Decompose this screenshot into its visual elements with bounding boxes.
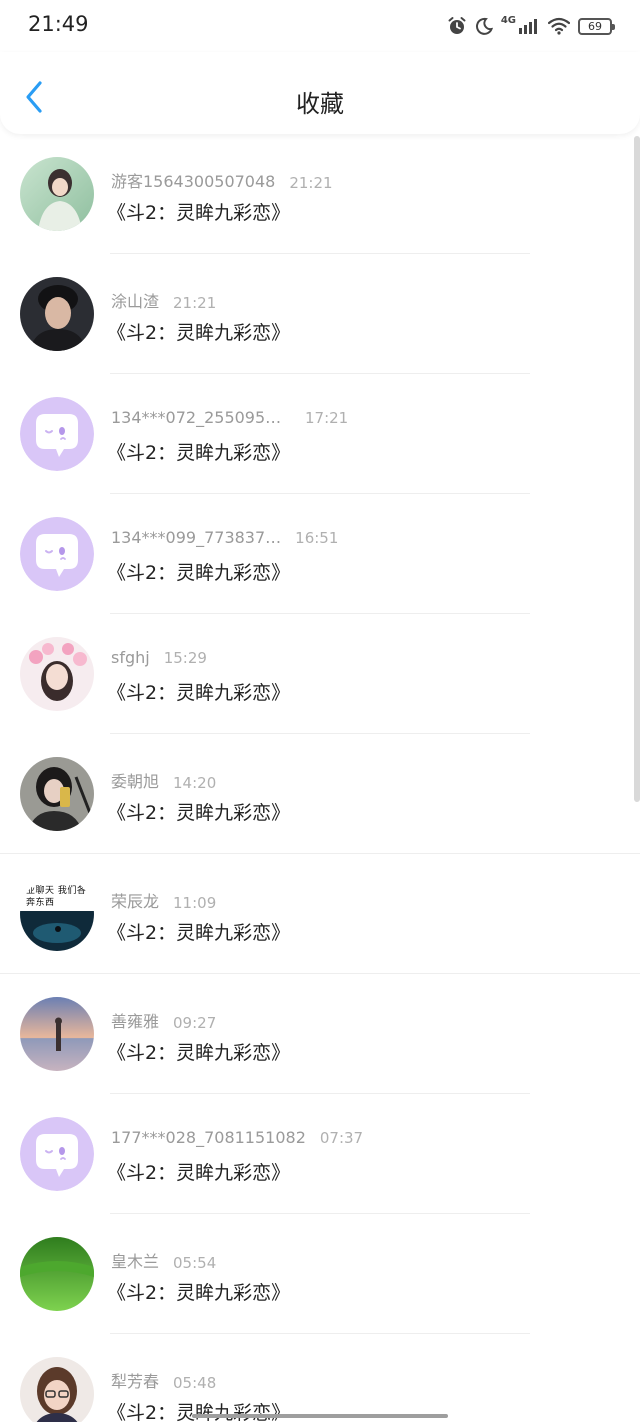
list-item[interactable]: 134***072_2550953… 17:21 《斗2：灵眸九彩恋》 (0, 374, 640, 494)
item-meta: sfghj 15:29 (111, 648, 207, 667)
item-time: 07:37 (319, 1129, 364, 1147)
item-meta: 134***072_2550953… 17:21 (111, 408, 348, 427)
home-indicator[interactable] (192, 1414, 448, 1418)
item-title: 《斗2：灵眸九彩恋》 (107, 1042, 291, 1064)
signal-icon (519, 19, 537, 34)
item-time: 21:21 (173, 294, 217, 312)
item-meta: 涂山渣 21:21 (111, 288, 216, 312)
item-title: 《斗2：灵眸九彩恋》 (107, 802, 291, 824)
scrollbar[interactable] (634, 136, 640, 802)
nav-bar: 收藏 (0, 52, 640, 134)
item-title: 《斗2：灵眸九彩恋》 (107, 1402, 291, 1422)
item-time: 17:21 (305, 409, 349, 427)
avatar[interactable] (20, 397, 94, 471)
list-item[interactable]: 涂山渣 21:21 《斗2：灵眸九彩恋》 (0, 254, 640, 374)
user-name: 134***072_2550953… (111, 408, 291, 427)
item-time: 11:09 (173, 894, 217, 912)
item-meta: 游客1564300507048 21:21 (111, 168, 333, 192)
list-item[interactable]: 177***028_7081151082 07:37 《斗2：灵眸九彩恋》 (0, 1094, 640, 1214)
list-item[interactable]: 134***099_773837… 16:51 《斗2：灵眸九彩恋》 (0, 494, 640, 614)
avatar[interactable] (20, 637, 94, 711)
list-item[interactable]: 游客1564300507048 21:21 《斗2：灵眸九彩恋》 (0, 134, 640, 254)
page-title: 收藏 (296, 90, 344, 118)
favorites-list[interactable]: 游客1564300507048 21:21 《斗2：灵眸九彩恋》 涂山渣 21:21 《… (0, 134, 640, 1422)
avatar[interactable] (20, 1117, 94, 1191)
item-meta: 皇木兰 05:54 (111, 1248, 216, 1272)
item-title: 《斗2：灵眸九彩恋》 (107, 562, 291, 584)
avatar[interactable] (20, 1357, 94, 1422)
item-meta: 荣辰龙 11:09 (111, 888, 216, 912)
item-time: 05:48 (173, 1374, 217, 1392)
avatar[interactable] (20, 1237, 94, 1311)
wifi-icon (548, 17, 570, 35)
item-meta: 委朝旭 14:20 (111, 768, 216, 792)
item-time: 09:27 (173, 1014, 217, 1032)
avatar[interactable] (20, 757, 94, 831)
list-item[interactable]: 犁芳春 05:48 《斗2：灵眸九彩恋》 (0, 1334, 640, 1422)
item-time: 21:21 (289, 174, 333, 192)
item-meta: 177***028_7081151082 07:37 (111, 1128, 363, 1147)
avatar-caption: 业聊天 我们各奔东西 (26, 886, 87, 908)
list-item[interactable]: sfghj 15:29 《斗2：灵眸九彩恋》 (0, 614, 640, 734)
avatar[interactable] (20, 517, 94, 591)
user-name: 皇木兰 (111, 1252, 160, 1271)
item-meta: 犁芳春 05:48 (111, 1368, 216, 1392)
alarm-icon (448, 17, 466, 34)
moon-icon (475, 17, 493, 35)
status-icons: 4G 69 (447, 14, 615, 38)
avatar[interactable] (20, 157, 94, 231)
list-item[interactable]: 业聊天 我们各奔东西 荣辰龙 11:09 《斗2：灵眸九彩恋》 (0, 854, 640, 974)
user-name: 善雍雅 (111, 1012, 160, 1031)
avatar[interactable] (20, 997, 94, 1071)
status-bar: 21:49 4G 69 (0, 0, 640, 52)
battery-icon: 69 (578, 17, 615, 35)
item-title: 《斗2：灵眸九彩恋》 (107, 322, 291, 344)
item-title: 《斗2：灵眸九彩恋》 (107, 1282, 291, 1304)
item-time: 16:51 (295, 529, 339, 547)
item-meta: 134***099_773837… 16:51 (111, 528, 338, 547)
status-time: 21:49 (28, 12, 89, 36)
list-item[interactable]: 皇木兰 05:54 《斗2：灵眸九彩恋》 (0, 1214, 640, 1334)
list-item[interactable]: 善雍雅 09:27 《斗2：灵眸九彩恋》 (0, 974, 640, 1094)
item-title: 《斗2：灵眸九彩恋》 (107, 682, 291, 704)
item-title: 《斗2：灵眸九彩恋》 (107, 202, 291, 224)
avatar[interactable] (20, 277, 94, 351)
user-name: 犁芳春 (111, 1372, 160, 1391)
user-name: 177***028_7081151082 (111, 1128, 306, 1147)
user-name: 委朝旭 (111, 772, 160, 791)
item-title: 《斗2：灵眸九彩恋》 (107, 1162, 291, 1184)
user-name: 134***099_773837… (111, 528, 282, 547)
list-item[interactable]: 委朝旭 14:20 《斗2：灵眸九彩恋》 (0, 734, 640, 854)
item-time: 15:29 (163, 649, 207, 667)
item-title: 《斗2：灵眸九彩恋》 (107, 922, 291, 944)
item-meta: 善雍雅 09:27 (111, 1008, 216, 1032)
item-title: 《斗2：灵眸九彩恋》 (107, 442, 291, 464)
item-time: 14:20 (173, 774, 217, 792)
user-name: 游客1564300507048 (111, 172, 276, 191)
user-name: 涂山渣 (111, 292, 160, 311)
network-type: 4G (500, 14, 516, 26)
avatar[interactable]: 业聊天 我们各奔东西 (20, 877, 94, 951)
item-time: 05:54 (173, 1254, 217, 1272)
battery-level: 69 (588, 19, 602, 33)
user-name: 荣辰龙 (111, 892, 160, 911)
user-name: sfghj (111, 648, 150, 667)
